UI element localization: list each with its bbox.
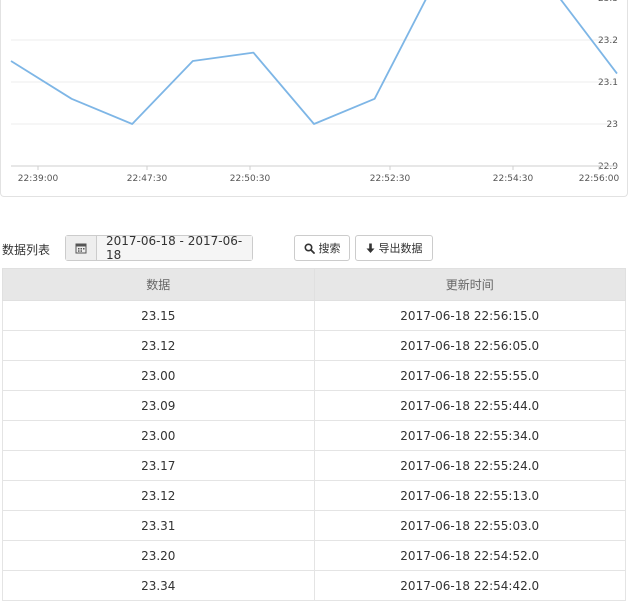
calendar-icon[interactable] bbox=[66, 236, 97, 260]
x-tick-label: 22:54:30 bbox=[493, 174, 534, 184]
data-list-toolbar: 数据列表 2017-06-18 - 2017-06-18 搜索 导出数据 bbox=[0, 234, 632, 264]
update-time-cell: 2017-06-18 22:55:34.0 bbox=[313, 420, 626, 451]
table-row: 23.31 2017-06-18 22:55:03.0 bbox=[2, 510, 626, 541]
x-tick-label: 22:39:00 bbox=[18, 174, 59, 184]
x-tick-label: 22:47:30 bbox=[127, 174, 168, 184]
x-tick-label: 22:52:30 bbox=[370, 174, 411, 184]
update-time-cell: 2017-06-18 22:55:55.0 bbox=[313, 360, 626, 391]
x-tick-label: 22:56:00 bbox=[579, 174, 620, 184]
update-time-cell: 2017-06-18 22:55:44.0 bbox=[313, 390, 626, 421]
update-time-cell: 2017-06-18 22:56:15.0 bbox=[313, 300, 626, 331]
update-time-cell: 2017-06-18 22:54:42.0 bbox=[313, 570, 626, 601]
column-header-value[interactable]: 数据 bbox=[2, 268, 315, 301]
update-time-cell: 2017-06-18 22:56:05.0 bbox=[313, 330, 626, 361]
table-row: 23.12 2017-06-18 22:56:05.0 bbox=[2, 330, 626, 361]
value-cell: 23.00 bbox=[2, 420, 315, 451]
export-data-button[interactable]: 导出数据 bbox=[355, 235, 433, 261]
y-tick-label: 23.1 bbox=[598, 78, 618, 88]
table-row: 23.00 2017-06-18 22:55:34.0 bbox=[2, 420, 626, 451]
value-cell: 23.12 bbox=[2, 480, 315, 511]
series-line bbox=[10, 0, 618, 125]
line-chart: 23.3 23.2 23.1 23 22.9 22:39:00 22:47:30 22:50:… bbox=[10, 0, 620, 184]
column-header-update-time[interactable]: 更新时间 bbox=[313, 268, 626, 301]
data-list-title: 数据列表 bbox=[2, 243, 51, 257]
date-range-picker[interactable]: 2017-06-18 - 2017-06-18 bbox=[65, 234, 253, 262]
download-icon bbox=[366, 243, 374, 253]
value-cell: 23.20 bbox=[2, 540, 315, 571]
line-chart-panel: 23.3 23.2 23.1 23 22.9 22:39:00 22:47:30 22:50:… bbox=[0, 0, 628, 197]
table-row: 23.09 2017-06-18 22:55:44.0 bbox=[2, 390, 626, 421]
x-tick-label: 22:50:30 bbox=[230, 174, 271, 184]
table-row: 23.00 2017-06-18 22:55:55.0 bbox=[2, 360, 626, 391]
y-tick-label: 23 bbox=[607, 120, 618, 130]
update-time-cell: 2017-06-18 22:55:24.0 bbox=[313, 450, 626, 481]
update-time-cell: 2017-06-18 22:55:13.0 bbox=[313, 480, 626, 511]
data-table: 数据 更新时间 23.15 2017-06-18 22:56:15.0 23.12… bbox=[2, 268, 626, 601]
table-header-row: 数据 更新时间 bbox=[2, 268, 626, 301]
table-row: 23.34 2017-06-18 22:54:42.0 bbox=[2, 570, 626, 601]
y-tick-label: 22.9 bbox=[598, 162, 618, 172]
update-time-cell: 2017-06-18 22:55:03.0 bbox=[313, 510, 626, 541]
value-cell: 23.00 bbox=[2, 360, 315, 391]
table-row: 23.20 2017-06-18 22:54:52.0 bbox=[2, 540, 626, 571]
value-cell: 23.34 bbox=[2, 570, 315, 601]
export-data-button-label: 导出数据 bbox=[378, 242, 423, 255]
value-cell: 23.31 bbox=[2, 510, 315, 541]
table-row: 23.15 2017-06-18 22:56:15.0 bbox=[2, 300, 626, 331]
table-row: 23.17 2017-06-18 22:55:24.0 bbox=[2, 450, 626, 481]
y-tick-label: 23.2 bbox=[598, 36, 618, 46]
date-range-input[interactable]: 2017-06-18 - 2017-06-18 bbox=[97, 234, 252, 262]
y-tick-label: 23.3 bbox=[598, 0, 618, 4]
value-cell: 23.12 bbox=[2, 330, 315, 361]
value-cell: 23.09 bbox=[2, 390, 315, 421]
table-row: 23.12 2017-06-18 22:55:13.0 bbox=[2, 480, 626, 511]
search-button[interactable]: 搜索 bbox=[294, 235, 350, 261]
update-time-cell: 2017-06-18 22:54:52.0 bbox=[313, 540, 626, 571]
value-cell: 23.17 bbox=[2, 450, 315, 481]
search-button-label: 搜索 bbox=[318, 242, 341, 255]
value-cell: 23.15 bbox=[2, 300, 315, 331]
search-icon bbox=[303, 242, 315, 254]
